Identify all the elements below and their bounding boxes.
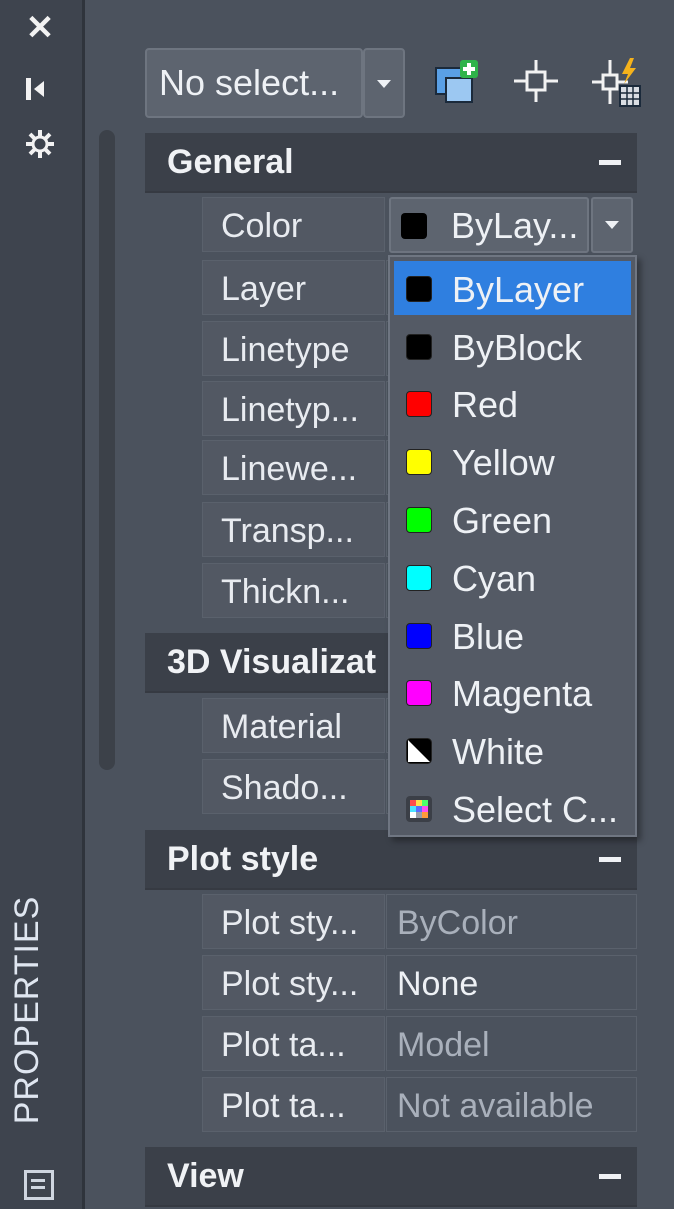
select-objects-icon[interactable] (512, 58, 560, 104)
property-name: Plot sty... (221, 965, 359, 1003)
chevron-down-icon (605, 221, 619, 229)
palette-icon[interactable] (24, 1170, 54, 1200)
color-option-yellow[interactable]: Yellow (394, 434, 631, 488)
property-name: Transp... (221, 512, 354, 550)
color-option-label: Select C... (452, 789, 619, 830)
property-row-plot-table-attached[interactable]: Plot ta... Model (202, 1016, 637, 1073)
color-option-select-color[interactable]: Select C... (394, 781, 631, 835)
color-option-label: Yellow (452, 442, 555, 483)
property-row-plot-style-table[interactable]: Plot sty... None (202, 955, 637, 1012)
auto-hide-icon[interactable] (18, 66, 62, 110)
color-option-label: ByLayer (452, 269, 585, 310)
property-name: Layer (221, 270, 307, 308)
selection-value: No select... (159, 62, 340, 103)
property-name: Material (221, 708, 342, 746)
section-general-title: General (167, 143, 294, 181)
color-swatch (406, 276, 432, 302)
section-general-header[interactable]: General (145, 133, 637, 193)
color-option-green[interactable]: Green (394, 492, 631, 546)
color-option-label: Blue (452, 616, 525, 657)
color-dropdown-list[interactable]: ByLayer ByBlock Red Yellow Green Cyan Bl… (388, 255, 637, 837)
color-option-label: Red (452, 384, 519, 425)
property-name: Thickn... (221, 573, 350, 611)
color-option-cyan[interactable]: Cyan (394, 550, 631, 604)
section-view-title: View (167, 1157, 244, 1195)
scrollbar[interactable] (99, 130, 115, 770)
color-swatch (406, 623, 432, 649)
color-option-magenta[interactable]: Magenta (394, 665, 631, 719)
collapse-icon[interactable] (599, 1174, 621, 1179)
color-option-blue[interactable]: Blue (394, 608, 631, 662)
property-value: ByColor (397, 904, 518, 942)
color-option-byblock[interactable]: ByBlock (394, 319, 631, 373)
property-row-plot-table-type[interactable]: Plot ta... Not available (202, 1077, 637, 1134)
property-name: Plot sty... (221, 904, 359, 942)
collapse-icon[interactable] (599, 160, 621, 165)
selection-combo[interactable]: No select... (145, 48, 363, 118)
color-dropdown-button[interactable] (591, 197, 633, 253)
section-3d-visualization-title: 3D Visualizat (167, 643, 377, 681)
toggle-pickadd-icon[interactable] (590, 56, 644, 108)
color-option-white[interactable]: White (394, 723, 631, 777)
color-option-red[interactable]: Red (394, 376, 631, 430)
property-name: Linetyp... (221, 391, 359, 429)
color-swatch (406, 507, 432, 533)
color-option-label: White (452, 731, 545, 772)
section-plot-style-title: Plot style (167, 840, 319, 878)
color-swatch (406, 391, 432, 417)
color-swatch (406, 565, 432, 591)
property-value: Model (397, 1026, 490, 1064)
color-option-label: Magenta (452, 673, 593, 714)
color-swatch (406, 738, 432, 764)
color-value: ByLay... (451, 205, 579, 246)
collapse-icon[interactable] (599, 857, 621, 862)
quick-select-icon[interactable] (432, 58, 480, 104)
property-name: Linewe... (221, 450, 358, 488)
property-value: Not available (397, 1087, 594, 1125)
property-name: Shado... (221, 769, 348, 807)
color-swatch (406, 334, 432, 360)
property-value: None (397, 965, 479, 1003)
property-name: Color (221, 207, 303, 245)
property-row-plot-style[interactable]: Plot sty... ByColor (202, 894, 637, 951)
color-swatch (406, 680, 432, 706)
color-swatch (406, 449, 432, 475)
color-option-bylayer[interactable]: ByLayer (394, 261, 631, 315)
color-option-label: Green (452, 500, 553, 541)
color-option-label: ByBlock (452, 327, 583, 368)
properties-palette: ✕ PROPERTIES No select... General Color … (0, 0, 674, 1209)
chevron-down-icon (377, 80, 391, 88)
property-name: Plot ta... (221, 1026, 346, 1064)
settings-icon[interactable] (18, 122, 62, 166)
close-icon[interactable]: ✕ (18, 6, 62, 50)
property-name: Linetype (221, 331, 350, 369)
selection-dropdown-button[interactable] (363, 48, 405, 118)
select-color-icon (406, 796, 432, 822)
color-combo[interactable]: ByLay... (389, 197, 589, 253)
section-plot-style-header[interactable]: Plot style (145, 830, 637, 890)
palette-title: PROPERTIES (8, 895, 46, 1125)
color-option-label: Cyan (452, 558, 537, 599)
property-name: Plot ta... (221, 1087, 346, 1125)
section-view-header[interactable]: View (145, 1147, 637, 1207)
palette-title-strip: ✕ PROPERTIES (0, 0, 85, 1209)
color-swatch (401, 213, 427, 239)
